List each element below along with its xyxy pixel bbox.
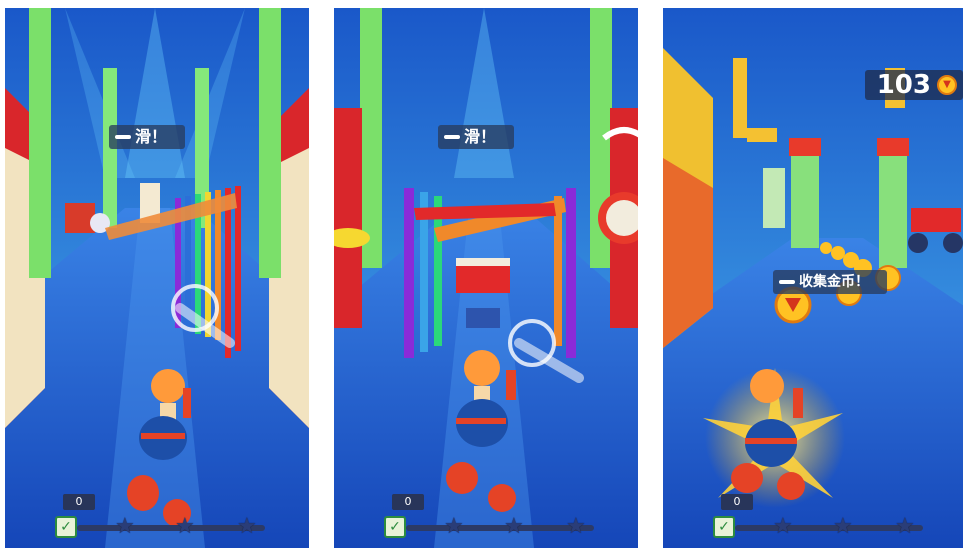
coin-count: 103 [876, 70, 931, 100]
game-scene-2 [334, 8, 638, 548]
instruction-label: 滑！ [109, 125, 186, 149]
instruction-label: 滑！ [438, 125, 515, 149]
game-panel-1[interactable]: 滑！ 0 ✓ ★ ★ ★ [5, 8, 309, 548]
star-icon: ★ [833, 514, 853, 539]
star-icon: ★ [895, 514, 915, 539]
star-icon: ★ [444, 514, 464, 539]
score-display: 0 [721, 494, 753, 510]
score-display: 0 [63, 494, 95, 510]
game-panel-3[interactable]: 103 ▼ 收集金币！ 0 ✓ ★ ★ ★ [663, 8, 963, 548]
star-icon: ★ [504, 514, 524, 539]
instruction-label: 收集金币！ [773, 270, 887, 294]
level-progress: ✓ ★ ★ ★ [384, 516, 604, 540]
score-display: 0 [392, 494, 424, 510]
game-panel-2[interactable]: 滑！ 0 ✓ ★ ★ ★ [334, 8, 638, 548]
star-icon: ★ [773, 514, 793, 539]
coin-icon: ▼ [937, 75, 957, 95]
star-icon: ★ [237, 514, 257, 539]
game-scene-1 [5, 8, 309, 548]
level-progress: ✓ ★ ★ ★ [713, 516, 933, 540]
coin-counter: 103 ▼ [864, 70, 963, 100]
leaf-icon: ✓ [55, 516, 77, 538]
leaf-icon: ✓ [384, 516, 406, 538]
leaf-icon: ✓ [713, 516, 735, 538]
star-icon: ★ [115, 514, 135, 539]
level-progress: ✓ ★ ★ ★ [55, 516, 275, 540]
star-icon: ★ [175, 514, 195, 539]
star-icon: ★ [566, 514, 586, 539]
